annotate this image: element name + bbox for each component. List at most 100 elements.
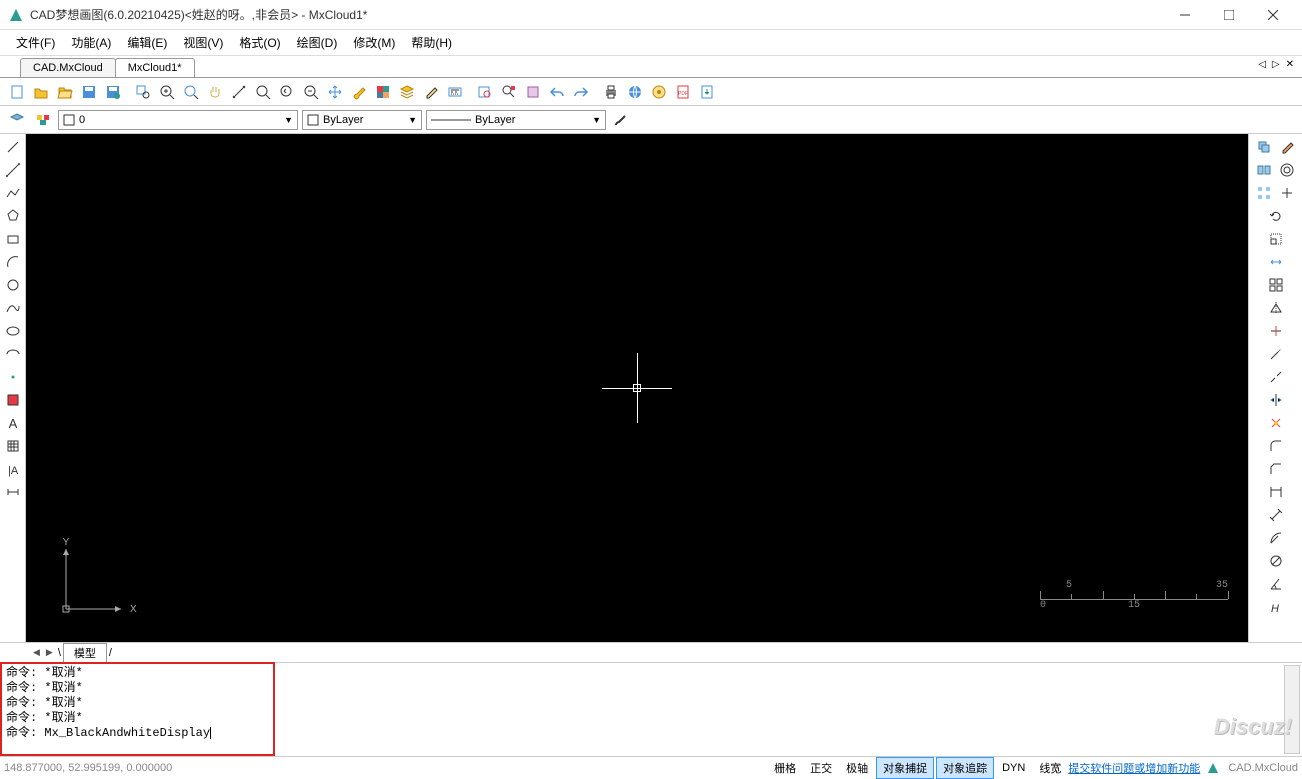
- menu-format[interactable]: 格式(O): [233, 31, 286, 54]
- maximize-button[interactable]: [1208, 1, 1250, 29]
- select-icon[interactable]: [522, 81, 544, 103]
- zoom-previous-icon[interactable]: [276, 81, 298, 103]
- line-icon[interactable]: [2, 136, 24, 158]
- ellipse-icon[interactable]: [2, 320, 24, 342]
- zoom-extents-icon[interactable]: [180, 81, 202, 103]
- measure-icon[interactable]: [228, 81, 250, 103]
- mirror-icon[interactable]: [1253, 159, 1275, 181]
- erase-icon[interactable]: [1276, 136, 1298, 158]
- menu-file[interactable]: 文件(F): [10, 31, 61, 54]
- offset-icon[interactable]: [1276, 159, 1298, 181]
- settings-icon[interactable]: [648, 81, 670, 103]
- rotate-icon[interactable]: [1265, 205, 1287, 227]
- array-icon[interactable]: [1253, 182, 1275, 204]
- chamfer-icon[interactable]: [1265, 458, 1287, 480]
- circle-icon[interactable]: [2, 274, 24, 296]
- status-dyn[interactable]: DYN: [996, 760, 1031, 776]
- save-as-icon[interactable]: [102, 81, 124, 103]
- block-icon[interactable]: [2, 389, 24, 411]
- menu-view[interactable]: 视图(V): [177, 31, 229, 54]
- tab-prev-icon[interactable]: ◁: [1256, 59, 1268, 70]
- export-icon[interactable]: [696, 81, 718, 103]
- arc-icon[interactable]: [2, 251, 24, 273]
- layer-states-icon[interactable]: [32, 109, 54, 131]
- dimension-icon[interactable]: [2, 481, 24, 503]
- feedback-link[interactable]: 提交软件问题或增加新功能: [1068, 760, 1200, 776]
- scrollbar[interactable]: [1284, 665, 1300, 754]
- xline-icon[interactable]: [2, 159, 24, 181]
- menu-modify[interactable]: 修改(M): [347, 31, 401, 54]
- rectangle-icon[interactable]: [2, 228, 24, 250]
- new-file-icon[interactable]: [6, 81, 28, 103]
- mtext-icon[interactable]: |A: [2, 458, 24, 480]
- zoom-realtime-icon[interactable]: [300, 81, 322, 103]
- find-icon[interactable]: [474, 81, 496, 103]
- dim-angular-icon[interactable]: [1265, 573, 1287, 595]
- split-icon[interactable]: [1265, 389, 1287, 411]
- grid-icon[interactable]: [1265, 274, 1287, 296]
- web-icon[interactable]: [624, 81, 646, 103]
- scale-icon[interactable]: [1265, 228, 1287, 250]
- copy-icon[interactable]: [1253, 136, 1275, 158]
- hatch-icon[interactable]: [2, 435, 24, 457]
- menu-function[interactable]: 功能(A): [65, 31, 117, 54]
- print-icon[interactable]: [600, 81, 622, 103]
- minimize-button[interactable]: [1164, 1, 1206, 29]
- model-tab[interactable]: 模型: [63, 643, 107, 663]
- zoom-in-icon[interactable]: [156, 81, 178, 103]
- close-button[interactable]: [1252, 1, 1294, 29]
- linetype-icon[interactable]: [444, 81, 466, 103]
- menu-draw[interactable]: 绘图(D): [291, 31, 344, 54]
- status-ortho[interactable]: 正交: [804, 758, 838, 778]
- layer-manager-icon[interactable]: [6, 109, 28, 131]
- color-icon[interactable]: [372, 81, 394, 103]
- model-prev-icon[interactable]: ◀: [30, 647, 43, 658]
- tab-cad-mxcloud[interactable]: CAD.MxCloud: [20, 58, 116, 77]
- redo-icon[interactable]: [570, 81, 592, 103]
- pan-icon[interactable]: [204, 81, 226, 103]
- model-next-icon[interactable]: ▶: [43, 647, 56, 658]
- ellipse-arc-icon[interactable]: [2, 343, 24, 365]
- menu-edit[interactable]: 编辑(E): [121, 31, 173, 54]
- tab-mxcloud1[interactable]: MxCloud1*: [115, 58, 195, 77]
- layer-icon[interactable]: [396, 81, 418, 103]
- trim-icon[interactable]: [1265, 320, 1287, 342]
- zoom-all-icon[interactable]: [252, 81, 274, 103]
- move-icon[interactable]: [324, 81, 346, 103]
- brush-icon[interactable]: [348, 81, 370, 103]
- color-combo[interactable]: ByLayer ▼: [302, 110, 422, 130]
- open-file-icon[interactable]: [30, 81, 52, 103]
- lineweight-icon[interactable]: [610, 109, 632, 131]
- tab-close-icon[interactable]: ✕: [1284, 59, 1296, 70]
- status-osnap[interactable]: 对象捕捉: [876, 757, 934, 779]
- command-input-line[interactable]: 命令: Mx_BlackAndwhiteDisplay: [6, 726, 269, 741]
- stretch-icon[interactable]: [1265, 251, 1287, 273]
- tab-next-icon[interactable]: ▷: [1270, 59, 1282, 70]
- leader-icon[interactable]: H: [1265, 596, 1287, 618]
- status-lineweight[interactable]: 线宽: [1033, 758, 1067, 778]
- layer-combo[interactable]: 0 ▼: [58, 110, 298, 130]
- point-icon[interactable]: [2, 366, 24, 388]
- explode-icon[interactable]: [1265, 412, 1287, 434]
- replace-icon[interactable]: [498, 81, 520, 103]
- dim-aligned-icon[interactable]: [1265, 504, 1287, 526]
- linetype-combo[interactable]: ByLayer ▼: [426, 110, 606, 130]
- status-grid[interactable]: 栅格: [768, 758, 802, 778]
- open-folder-icon[interactable]: [54, 81, 76, 103]
- undo-icon[interactable]: [546, 81, 568, 103]
- extend-icon[interactable]: [1265, 343, 1287, 365]
- break-icon[interactable]: [1265, 366, 1287, 388]
- spline-icon[interactable]: [2, 297, 24, 319]
- flip-icon[interactable]: [1265, 297, 1287, 319]
- status-otrack[interactable]: 对象追踪: [936, 757, 994, 779]
- dim-diameter-icon[interactable]: [1265, 550, 1287, 572]
- fillet-icon[interactable]: [1265, 435, 1287, 457]
- status-polar[interactable]: 极轴: [840, 758, 874, 778]
- save-icon[interactable]: [78, 81, 100, 103]
- text-a-icon[interactable]: A: [2, 412, 24, 434]
- command-window[interactable]: 命令: *取消* 命令: *取消* 命令: *取消* 命令: *取消* 命令: …: [0, 662, 275, 756]
- polyline-icon[interactable]: [2, 182, 24, 204]
- dim-linear-icon[interactable]: [1265, 481, 1287, 503]
- pdf-icon[interactable]: PDF: [672, 81, 694, 103]
- dim-radius-icon[interactable]: [1265, 527, 1287, 549]
